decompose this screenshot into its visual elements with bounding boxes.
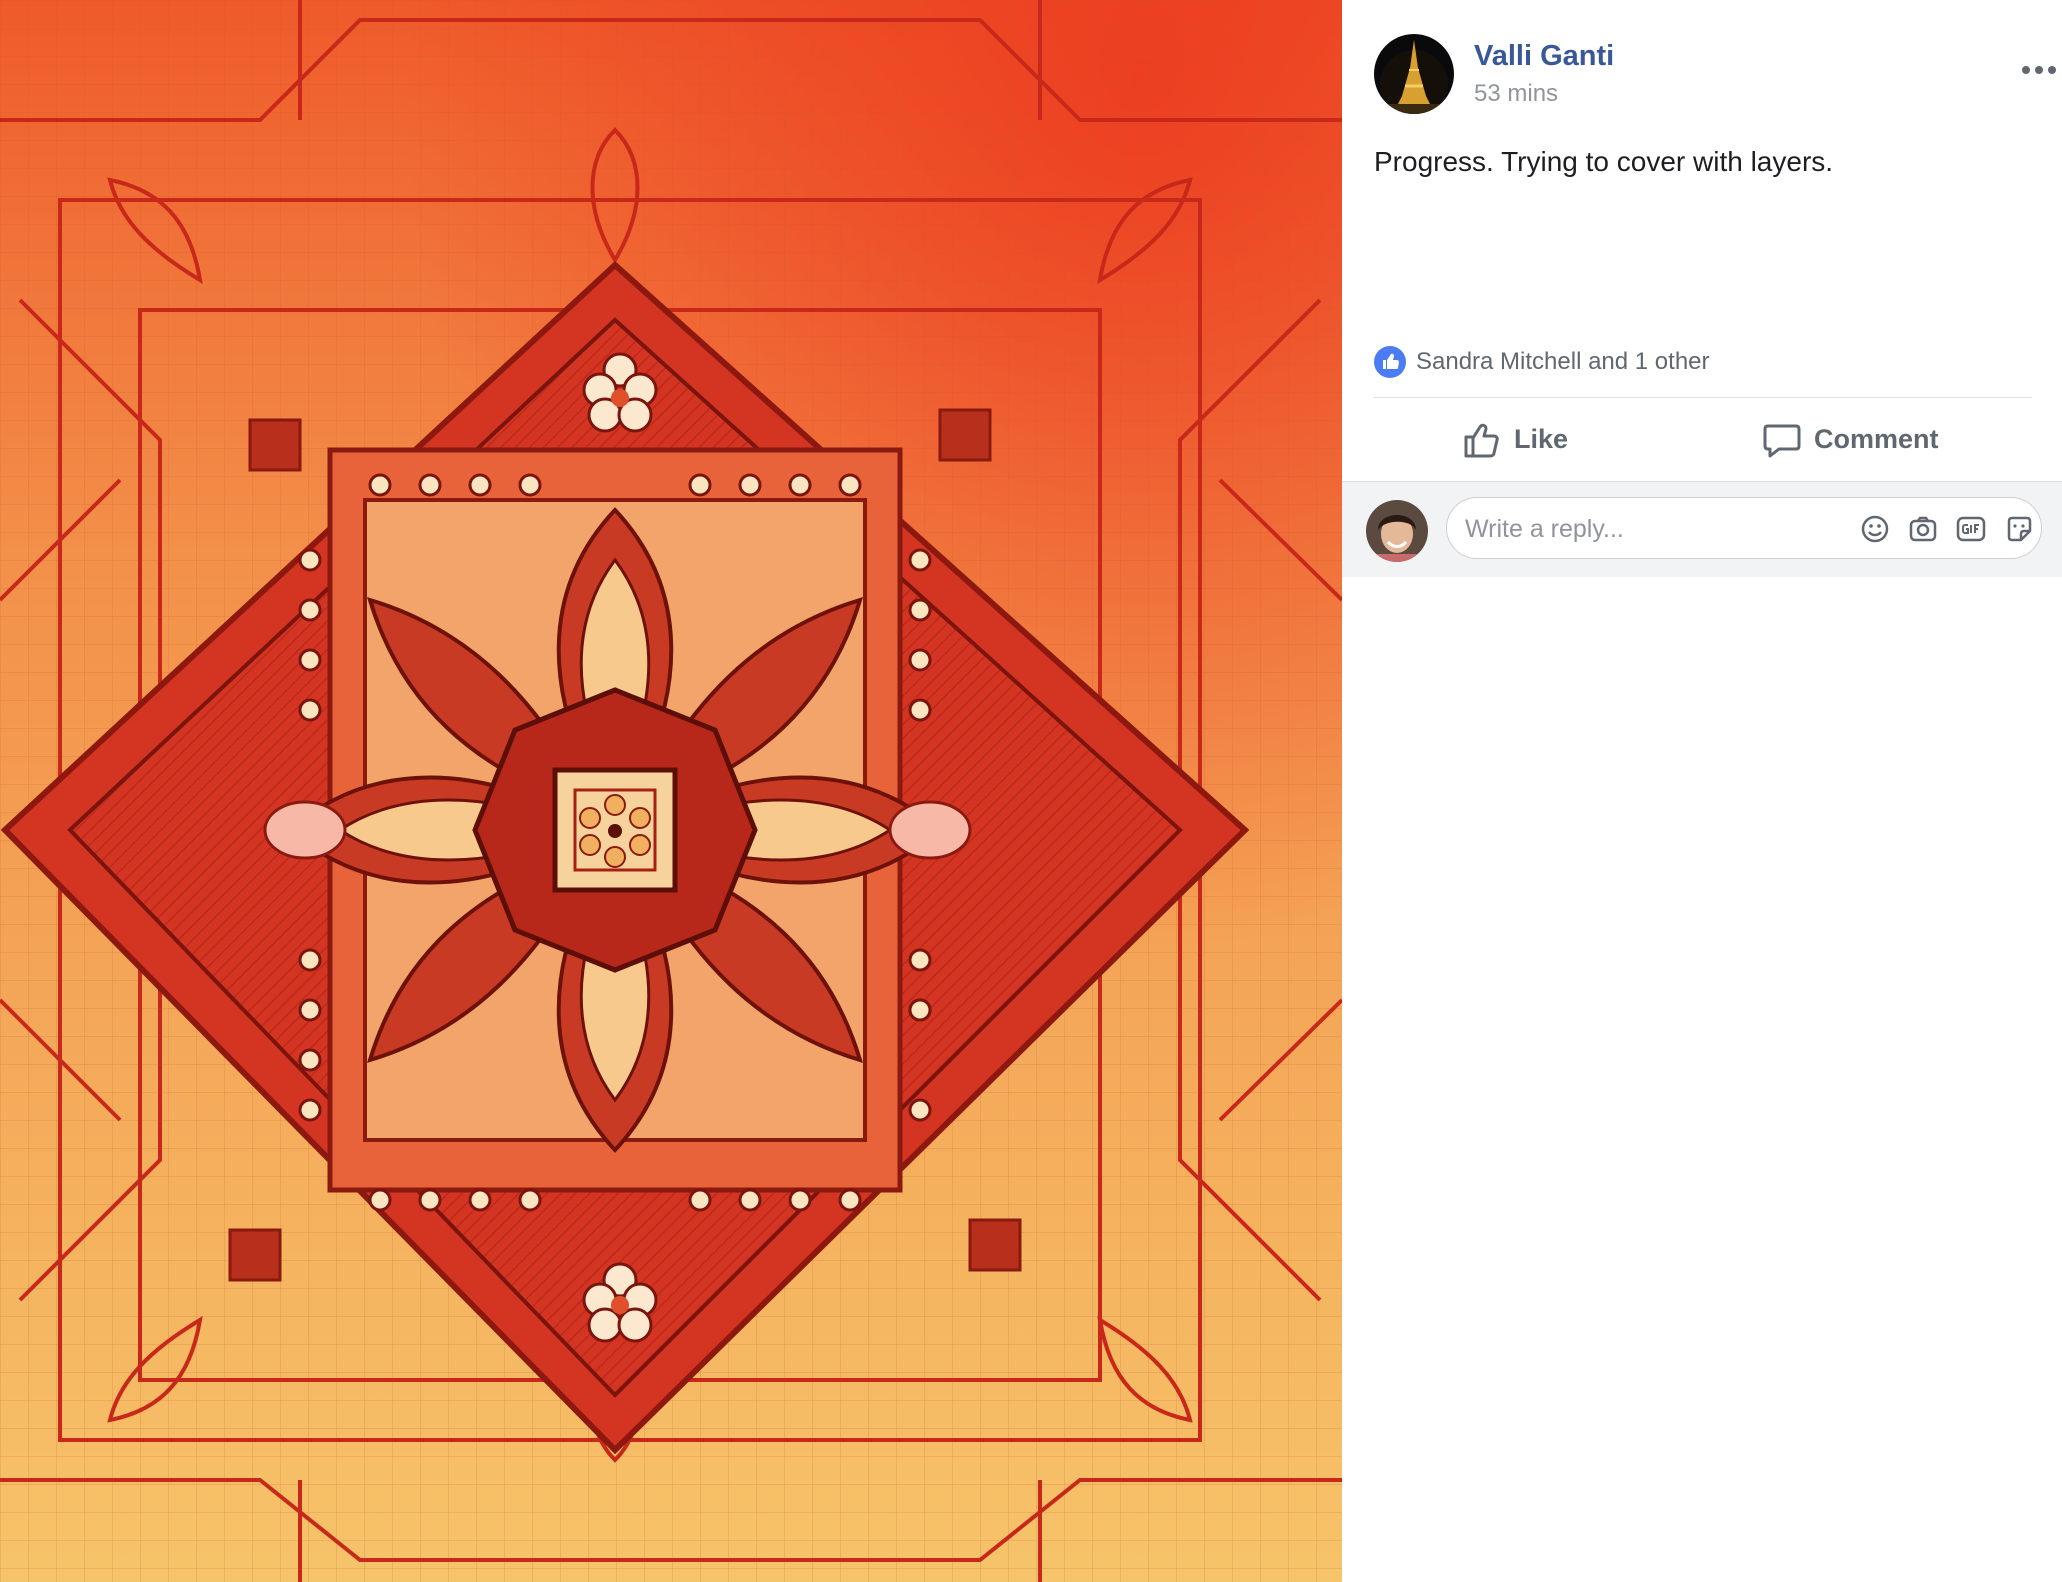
post-caption: Progress. Trying to cover with layers. <box>1374 146 1834 177</box>
reactions-text: Sandra Mitchell and 1 other <box>1416 348 1710 375</box>
speech-bubble-icon <box>1763 424 1801 458</box>
more-options-icon[interactable] <box>2014 54 2062 84</box>
camera-icon[interactable] <box>1907 513 1939 545</box>
comment-label: Comment <box>1814 424 1939 454</box>
reply-composer <box>1342 481 2062 577</box>
like-label: Like <box>1514 424 1569 454</box>
mandala-artwork-image <box>0 0 1342 1582</box>
gif-icon[interactable] <box>1955 513 1987 545</box>
author-avatar[interactable] <box>1374 34 1454 114</box>
thumbs-up-icon <box>1464 423 1499 458</box>
sticker-icon[interactable] <box>2003 513 2035 545</box>
post-header: Valli Ganti 53 mins <box>1374 34 2056 114</box>
like-button[interactable]: Like <box>1442 410 1662 472</box>
post-timestamp[interactable]: 53 mins <box>1474 80 1558 108</box>
eiffel-tower-avatar-image <box>1374 34 1454 114</box>
viewer-avatar-image <box>1366 500 1428 562</box>
post-details-panel: Valli Ganti 53 mins Progress. Trying to … <box>1342 0 2062 1582</box>
photo-viewer: Valli Ganti 53 mins Progress. Trying to … <box>0 0 2062 1582</box>
post-photo[interactable] <box>0 0 1342 1582</box>
reply-input-box <box>1446 497 2042 559</box>
actions-divider <box>1374 397 2032 398</box>
comment-button[interactable]: Comment <box>1742 410 2002 472</box>
author-name-link[interactable]: Valli Ganti <box>1474 40 1614 73</box>
like-reaction-icon <box>1374 346 1406 378</box>
emoji-icon[interactable] <box>1859 513 1891 545</box>
viewer-avatar[interactable] <box>1366 500 1428 562</box>
reply-input[interactable] <box>1463 508 1827 550</box>
